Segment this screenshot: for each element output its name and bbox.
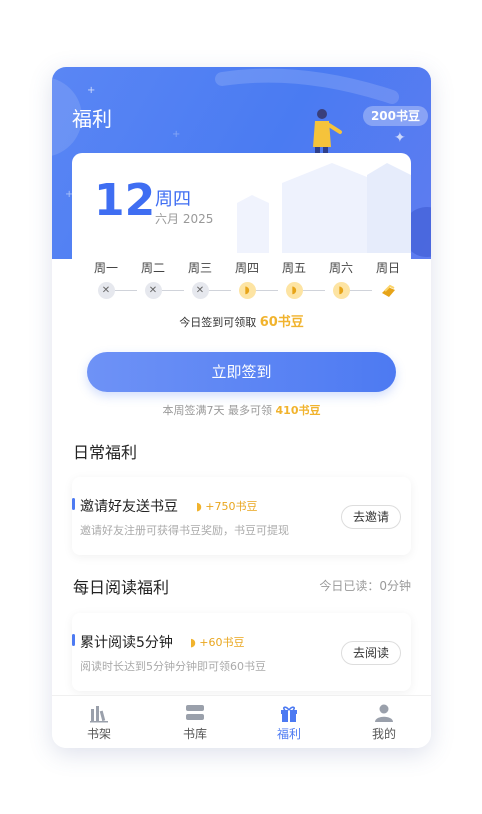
bean-icon: ◗ [190,636,196,649]
tab-label: 我的 [371,727,396,741]
week-tip-text: 本周签满7天 最多可领 [162,404,273,417]
day-monday: 周一 ✕ [86,259,126,299]
weekday-label: 周四 [155,189,191,210]
user-icon [354,703,414,723]
month-year-label: 六月 2025 [155,212,214,226]
reading-task-card: 累计阅读5分钟 ◗ +60书豆 阅读时长达到5分钟分钟即可领60书豆 去阅读 [72,613,411,691]
task-accent-bar [72,634,75,646]
bookshelf-icon [69,703,129,723]
page-title: 福利 [72,107,112,131]
task-reward-text: +750书豆 [205,500,258,513]
bottom-tab-bar: 书架 书库 福利 我的 [52,695,431,748]
day-label: 周三 [187,261,212,275]
task-reward: ◗ +750书豆 [196,498,258,514]
tab-bookshelf[interactable]: 书架 [69,696,129,742]
task-name: 累计阅读5分钟 [80,635,173,651]
day-label: 周二 [140,261,165,275]
task-reward: ◗ +60书豆 [190,634,245,650]
close-icon: ✕ [191,282,209,299]
tab-library[interactable]: 书库 [165,696,225,742]
bean-pile-icon [380,282,397,299]
close-icon: ✕ [97,282,115,299]
day-friday: 周五 ◗ [274,259,314,299]
bean-icon: ◗ [196,500,202,513]
today-tip-amount: 60书豆 [259,315,304,330]
close-icon: ✕ [144,282,162,299]
day-number: 12 [94,175,156,226]
svg-text:+: + [172,129,180,140]
week-reward-tip: 本周签满7天 最多可领 410书豆 [52,402,431,418]
sign-in-button[interactable]: 立即签到 [87,352,396,392]
reading-section-title: 每日阅读福利 [73,578,170,597]
task-description: 阅读时长达到5分钟分钟即可领60书豆 [80,660,266,673]
gift-icon [259,703,319,723]
tab-label: 书架 [86,727,111,741]
day-thursday: 周四 ◗ [227,259,267,299]
task-description: 邀请好友注册可获得书豆奖励，书豆可提现 [80,524,289,537]
week-tip-amount: 410书豆 [275,404,321,417]
bean-coin-icon: ◗ [238,282,256,299]
day-label: 周一 [93,261,118,275]
library-icon [165,703,225,723]
today-tip-text: 今日签到可领取 [179,316,257,329]
day-label: 周日 [375,261,400,275]
day-tuesday: 周二 ✕ [133,259,173,299]
day-label: 周六 [328,261,353,275]
task-reward-text: +60书豆 [199,636,245,649]
read-button[interactable]: 去阅读 [340,641,401,665]
svg-text:+: + [87,85,95,96]
invite-button[interactable]: 去邀请 [340,505,401,529]
task-name: 邀请好友送书豆 [80,499,178,515]
bean-coin-icon: ◗ [332,282,350,299]
week-checkin-row: 周一 ✕ 周二 ✕ 周三 ✕ 周四 ◗ 周五 ◗ 周六 ◗ 周日 [86,259,406,299]
tab-mine[interactable]: 我的 [354,696,414,742]
day-sunday: 周日 [368,259,408,299]
tab-welfare[interactable]: 福利 [259,696,319,742]
svg-text:✦: ✦ [394,130,406,146]
tab-label: 福利 [276,727,301,741]
bean-balance-badge[interactable]: 200书豆 [362,106,428,126]
tab-label: 书库 [182,727,207,741]
day-wednesday: 周三 ✕ [180,259,220,299]
daily-section-title: 日常福利 [73,443,138,462]
app-screen: + + + ✦ 福利 200书豆 12 周四 六月 2025 周一 ✕ 周二 ✕… [52,67,431,748]
today-read-time: 今日已读：0分钟 [319,579,411,593]
invite-task-card: 邀请好友送书豆 ◗ +750书豆 邀请好友注册可获得书豆奖励，书豆可提现 去邀请 [72,477,411,555]
today-reward-tip: 今日签到可领取 60书豆 [72,311,411,330]
day-saturday: 周六 ◗ [321,259,361,299]
task-accent-bar [72,498,75,510]
day-label: 周五 [281,261,306,275]
bean-coin-icon: ◗ [285,282,303,299]
day-label: 周四 [234,261,259,275]
